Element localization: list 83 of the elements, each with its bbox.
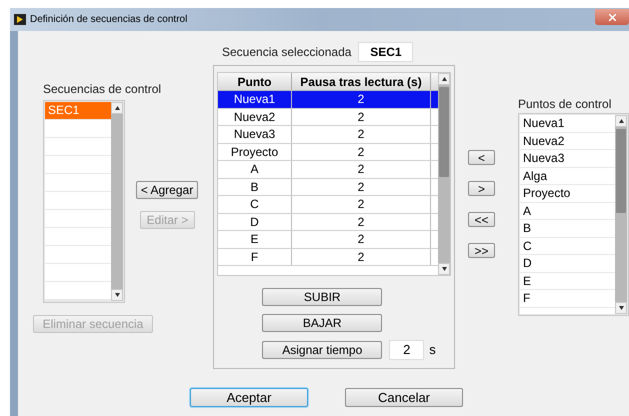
close-button[interactable] xyxy=(595,9,629,25)
window-title: Definición de secuencias de control xyxy=(30,13,188,27)
empty-list-row[interactable] xyxy=(45,282,111,299)
table-cell: Nueva3 xyxy=(218,126,292,142)
unit-label: s xyxy=(429,341,436,360)
table-row[interactable]: A 2 xyxy=(218,161,438,178)
button[interactable]: Asignar tiempo xyxy=(262,341,382,359)
table-cell: C xyxy=(218,196,292,212)
button[interactable]: Cancelar xyxy=(345,388,463,407)
table-cell: A xyxy=(218,161,292,178)
down-arrow-icon xyxy=(442,267,446,271)
up-arrow-icon xyxy=(442,77,446,81)
list-label: Secuencias de control xyxy=(43,81,162,97)
table-cell: 2 xyxy=(292,248,431,265)
list-item[interactable]: Proyecto xyxy=(520,185,615,202)
up-arrow-icon xyxy=(114,106,120,110)
list-item[interactable]: E xyxy=(520,272,615,289)
field-label: Secuencia seleccionada xyxy=(222,44,352,61)
table-cell: Proyecto xyxy=(218,144,292,160)
table-cell: 2 xyxy=(292,91,431,108)
list-item[interactable]: B xyxy=(520,220,615,236)
list-item[interactable]: C xyxy=(520,238,615,254)
table-cell: 2 xyxy=(292,161,431,178)
table-cell: F xyxy=(218,248,292,265)
table-cell: 2 xyxy=(292,231,431,248)
empty-list-row[interactable] xyxy=(45,138,111,155)
table-row[interactable]: E 2 xyxy=(218,231,438,248)
points-list[interactable]: Nueva1 Nueva2 Nueva3 Alga Proyecto A B C D E F xyxy=(518,113,629,316)
table-cell: D xyxy=(218,214,292,230)
down-arrow-icon xyxy=(114,293,120,297)
table-row[interactable]: Nueva1 2 xyxy=(218,91,438,108)
table-row[interactable]: Nueva3 2 xyxy=(218,126,438,144)
button[interactable]: < Agregar xyxy=(136,181,198,199)
button[interactable]: < xyxy=(468,150,495,165)
table-cell: 2 xyxy=(292,196,431,212)
empty-list-row[interactable] xyxy=(45,192,111,209)
button[interactable]: Aceptar xyxy=(190,388,308,407)
table-row[interactable]: D 2 xyxy=(218,214,438,231)
list-item[interactable]: Nueva3 xyxy=(520,150,615,166)
empty-list-row[interactable] xyxy=(45,210,111,227)
table-cell: Nueva1 xyxy=(218,91,292,108)
empty-list-row[interactable] xyxy=(45,174,111,191)
button[interactable]: SUBIR xyxy=(262,288,382,306)
sequence-field[interactable]: SEC1 xyxy=(358,42,414,62)
column-header[interactable]: Pausa tras lectura (s) xyxy=(292,73,431,90)
table-row[interactable]: Nueva2 2 xyxy=(218,108,438,126)
table-cell: E xyxy=(218,231,292,248)
list-item[interactable]: F xyxy=(520,290,615,306)
empty-list-row[interactable] xyxy=(45,246,111,263)
list-item[interactable]: Alga xyxy=(520,168,615,184)
table-cell: B xyxy=(218,178,292,195)
list-item[interactable]: A xyxy=(520,202,615,219)
table-cell: 2 xyxy=(292,144,431,160)
table-cell: Nueva2 xyxy=(218,108,292,125)
table-row[interactable]: F 2 xyxy=(218,248,438,266)
up-arrow-icon xyxy=(618,119,624,123)
table-cell: 2 xyxy=(292,178,431,195)
scrollbar[interactable] xyxy=(615,115,627,314)
app-icon xyxy=(14,14,26,25)
empty-list-row[interactable] xyxy=(45,264,111,281)
button[interactable]: >> xyxy=(468,243,495,258)
empty-list-row[interactable] xyxy=(45,156,111,173)
table-row[interactable]: B 2 xyxy=(218,178,438,196)
time-field[interactable]: 2 xyxy=(389,340,424,360)
table-row[interactable]: Proyecto 2 xyxy=(218,144,438,161)
table-cell: 2 xyxy=(292,126,431,142)
button[interactable]: << xyxy=(468,212,495,227)
empty-list-row[interactable] xyxy=(45,228,111,245)
list-item[interactable]: Nueva1 xyxy=(520,115,615,132)
empty-list-row[interactable] xyxy=(45,120,111,137)
list-item[interactable]: D xyxy=(520,255,615,272)
table-cell: 2 xyxy=(292,108,431,125)
table-cell: 2 xyxy=(292,214,431,230)
button[interactable]: BAJAR xyxy=(262,314,382,332)
close-icon xyxy=(608,14,616,20)
column-header[interactable]: Punto xyxy=(218,73,292,90)
down-arrow-icon xyxy=(618,306,624,310)
scrollbar[interactable] xyxy=(111,102,123,301)
list-item[interactable]: Nueva2 xyxy=(520,132,615,149)
button[interactable]: > xyxy=(468,181,495,196)
scrollbar[interactable] xyxy=(438,73,450,275)
list-label: Puntos de control xyxy=(518,96,612,112)
table-row[interactable]: C 2 xyxy=(218,196,438,214)
